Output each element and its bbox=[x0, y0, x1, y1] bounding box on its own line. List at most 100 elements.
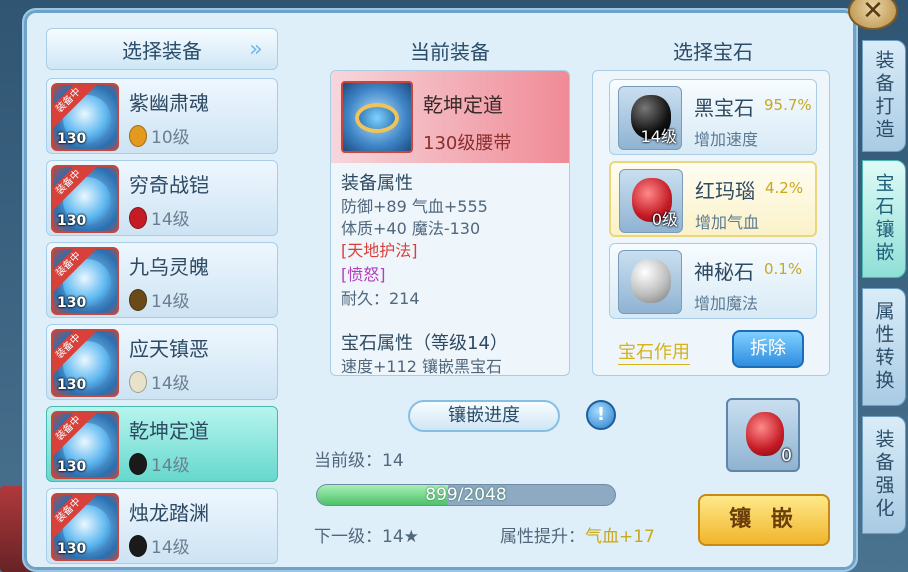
equipment-name: 乾坤定道 bbox=[129, 419, 209, 443]
gem-level: 10级 bbox=[151, 128, 190, 148]
list-item[interactable]: 装备中 130 穷奇战铠 14级 bbox=[46, 160, 278, 236]
equipment-level: 130 bbox=[57, 541, 87, 557]
attribute-line: 防御+89 气血+555 bbox=[341, 197, 488, 216]
gem-info: 10级 bbox=[129, 123, 190, 148]
next-level: 下一级：14★ bbox=[314, 527, 419, 547]
equipment-thumbnail: 装备中 130 bbox=[51, 165, 119, 233]
chevron-right-icon[interactable]: » bbox=[243, 37, 269, 63]
equipment-thumbnail: 装备中 130 bbox=[51, 247, 119, 315]
gem-icon bbox=[129, 452, 147, 475]
help-icon[interactable]: ! bbox=[586, 400, 616, 430]
gem-icon bbox=[129, 534, 147, 557]
gem-effect: 增加气血 bbox=[695, 213, 760, 232]
gem-attributes-heading: 宝石属性（等级14） bbox=[341, 333, 508, 354]
close-icon: ✕ bbox=[862, 0, 884, 26]
progress-bar: 899/2048 bbox=[316, 484, 616, 506]
selected-gem-slot[interactable]: 0 bbox=[726, 398, 800, 472]
equipment-type: 130级腰带 bbox=[423, 133, 512, 154]
gem-info: 14级 bbox=[129, 533, 190, 558]
list-item[interactable]: 装备中 130 应天镇恶 14级 bbox=[46, 324, 278, 400]
belt-icon bbox=[355, 103, 399, 133]
select-gem-title: 选择宝石 bbox=[673, 40, 753, 64]
mystery-stone-icon bbox=[631, 259, 671, 303]
equipment-thumbnail: 装备中 130 bbox=[51, 83, 119, 151]
list-item-selected[interactable]: 装备中 130 乾坤定道 14级 bbox=[46, 406, 278, 482]
list-header: 选择装备 » bbox=[46, 28, 278, 70]
gem-level: 14级 bbox=[151, 292, 190, 312]
gem-name: 神秘石 bbox=[694, 260, 754, 284]
equipment-name: 紫幽肃魂 bbox=[129, 91, 209, 115]
gem-function-link[interactable]: 宝石作用 bbox=[618, 338, 690, 365]
progress-value: 899/2048 bbox=[425, 485, 507, 505]
gem-effect: 增加魔法 bbox=[694, 294, 759, 313]
special-effect: [天地护法] bbox=[341, 241, 418, 260]
equipment-level: 130 bbox=[57, 295, 87, 311]
tab-equipment-enhance[interactable]: 装备强化 bbox=[862, 416, 906, 534]
durability: 耐久：214 bbox=[341, 289, 420, 308]
gem-info: 14级 bbox=[129, 451, 190, 476]
attributes-heading: 装备属性 bbox=[341, 173, 413, 194]
gem-level: 14级 bbox=[151, 456, 190, 476]
gem-thumbnail bbox=[618, 250, 682, 314]
gem-card[interactable]: 神秘石 0.1% 增加魔法 bbox=[609, 243, 817, 319]
tab-gem-inlay[interactable]: 宝石镶嵌 bbox=[862, 160, 906, 278]
equipment-level: 130 bbox=[57, 131, 87, 147]
gem-name: 红玛瑙 bbox=[695, 179, 755, 203]
equipment-thumbnail: 装备中 130 bbox=[51, 411, 119, 479]
embed-button[interactable]: 镶 嵌 bbox=[698, 494, 830, 546]
equipment-level: 130 bbox=[57, 377, 87, 393]
equipment-list: 选择装备 » 装备中 130 紫幽肃魂 10级 装备中 130 穷奇战铠 14级… bbox=[46, 28, 280, 566]
attribute-line: 体质+40 魔法-130 bbox=[341, 219, 481, 238]
gem-icon bbox=[129, 288, 147, 311]
gem-info: 14级 bbox=[129, 205, 190, 230]
dismantle-button[interactable]: 拆除 bbox=[732, 330, 804, 368]
gem-percentage: 95.7% bbox=[764, 96, 812, 114]
gem-percentage: 4.2% bbox=[765, 179, 804, 197]
gem-card[interactable]: 14级 黑宝石 95.7% 增加速度 bbox=[609, 79, 817, 155]
current-level: 当前级：14 bbox=[314, 451, 404, 471]
list-header-title: 选择装备 bbox=[122, 38, 202, 63]
gem-level: 14级 bbox=[151, 210, 190, 230]
equipment-thumbnail: 装备中 130 bbox=[51, 493, 119, 561]
gem-card-selected[interactable]: 0级 红玛瑙 4.2% 增加气血 bbox=[609, 161, 817, 237]
equipment-icon bbox=[341, 81, 413, 153]
gem-count: 0级 bbox=[651, 210, 678, 229]
attribute-gain-label: 属性提升： bbox=[500, 527, 585, 547]
equipment-name: 烛龙踏渊 bbox=[129, 501, 209, 525]
tab-attribute-conversion[interactable]: 属性转换 bbox=[862, 288, 906, 406]
gem-icon bbox=[129, 370, 147, 393]
gem-icon bbox=[129, 206, 147, 229]
gem-info: 14级 bbox=[129, 287, 190, 312]
gem-info: 14级 bbox=[129, 369, 190, 394]
gem-effect: 增加速度 bbox=[694, 130, 759, 149]
inlay-progress-title: 镶嵌进度 bbox=[408, 400, 560, 432]
equipment-level: 130 bbox=[57, 213, 87, 229]
attribute-gain: 属性提升：气血+17 bbox=[500, 522, 655, 547]
attribute-gain-value: 气血+17 bbox=[585, 527, 655, 547]
gem-percentage: 0.1% bbox=[764, 260, 803, 278]
gem-icon bbox=[129, 124, 147, 147]
gem-thumbnail: 14级 bbox=[618, 86, 682, 150]
gem-name: 黑宝石 bbox=[694, 96, 754, 120]
red-agate-icon bbox=[746, 412, 784, 456]
equipment-name: 穷奇战铠 bbox=[129, 173, 209, 197]
list-item[interactable]: 装备中 130 九乌灵魄 14级 bbox=[46, 242, 278, 318]
equipment-thumbnail: 装备中 130 bbox=[51, 329, 119, 397]
equipment-name: 应天镇恶 bbox=[129, 337, 209, 361]
special-skill: [愤怒] bbox=[341, 265, 386, 284]
equipment-name: 九乌灵魄 bbox=[129, 255, 209, 279]
equipment-name: 乾坤定道 bbox=[423, 93, 503, 117]
gem-level: 14级 bbox=[151, 374, 190, 394]
list-item[interactable]: 装备中 130 烛龙踏渊 14级 bbox=[46, 488, 278, 564]
gem-attribute-line: 速度+112 镶嵌黑宝石 bbox=[341, 357, 503, 376]
tab-equipment-forging[interactable]: 装备打造 bbox=[862, 40, 906, 152]
equipment-header: 乾坤定道 130级腰带 bbox=[331, 71, 569, 163]
equipment-level: 130 bbox=[57, 459, 87, 475]
gem-level: 14级 bbox=[151, 538, 190, 558]
current-equipment-card: 乾坤定道 130级腰带 装备属性 防御+89 气血+555 体质+40 魔法-1… bbox=[330, 70, 570, 376]
gem-thumbnail: 0级 bbox=[619, 169, 683, 233]
selected-gem-count: 0 bbox=[781, 446, 792, 466]
current-equipment-title: 当前装备 bbox=[410, 40, 490, 64]
gem-count: 14级 bbox=[640, 127, 677, 146]
list-item[interactable]: 装备中 130 紫幽肃魂 10级 bbox=[46, 78, 278, 154]
